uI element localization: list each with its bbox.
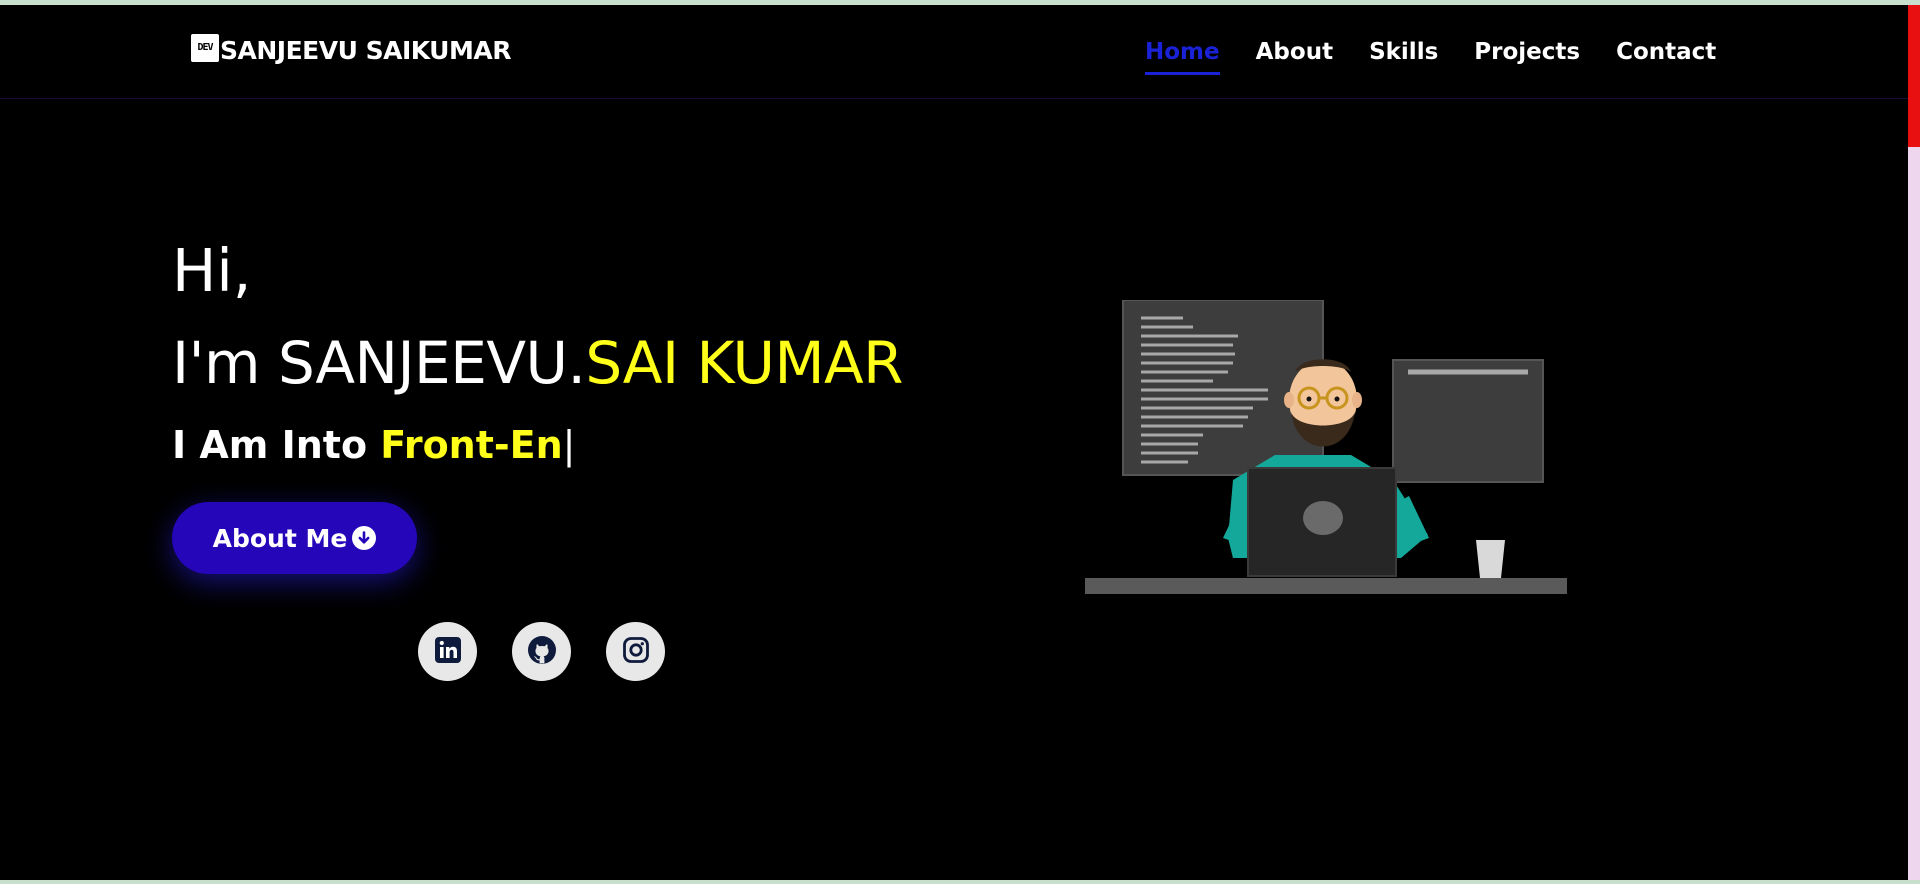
nav-skills[interactable]: Skills	[1369, 39, 1438, 75]
hero-name-prefix: I'm SANJEEVU.	[172, 329, 586, 397]
site-header: DEV SANJEEVU SAIKUMAR Home About Skills …	[0, 5, 1908, 99]
linkedin-button[interactable]	[418, 622, 477, 681]
nav-home[interactable]: Home	[1145, 39, 1220, 75]
github-button[interactable]	[512, 622, 571, 681]
hero-section: Hi, I'm SANJEEVU.SAI KUMAR I Am Into Fro…	[172, 225, 903, 467]
hero-name-highlight: SAI KUMAR	[585, 329, 903, 397]
hero-greeting: Hi,	[172, 236, 252, 305]
instagram-button[interactable]	[606, 622, 665, 681]
nav-contact[interactable]: Contact	[1616, 39, 1716, 75]
site-logo[interactable]: DEV SANJEEVU SAIKUMAR	[191, 33, 511, 65]
arrow-down-circle-icon	[352, 526, 377, 550]
window-bottom-border	[0, 880, 1920, 884]
nav-projects[interactable]: Projects	[1474, 39, 1580, 75]
linkedin-icon	[434, 636, 462, 668]
typed-prefix: I Am Into	[172, 423, 381, 467]
typed-value: Front-En	[380, 423, 563, 467]
about-me-button[interactable]: About Me	[172, 502, 417, 574]
brand-name: SANJEEVU SAIKUMAR	[220, 36, 511, 65]
developer-illustration	[1083, 299, 1569, 600]
main-nav: Home About Skills Projects Contact	[1145, 39, 1716, 75]
dev-badge-icon: DEV	[191, 33, 219, 62]
github-icon	[527, 635, 557, 669]
page: DEV SANJEEVU SAIKUMAR Home About Skills …	[0, 5, 1908, 880]
hero-name: I'm SANJEEVU.SAI KUMAR	[172, 317, 903, 409]
instagram-icon	[622, 636, 650, 668]
about-me-label: About Me	[212, 523, 348, 553]
scrollbar-thumb[interactable]	[1908, 5, 1920, 147]
typed-text: I Am Into Front-En|	[172, 423, 903, 467]
typing-cursor: |	[562, 423, 576, 467]
nav-about[interactable]: About	[1256, 39, 1333, 75]
